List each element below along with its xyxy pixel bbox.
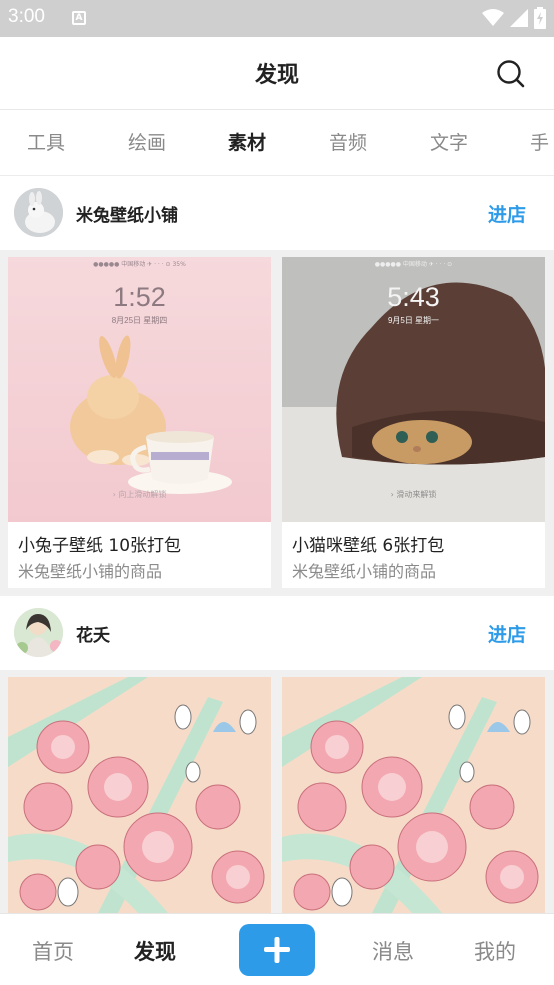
shop-header[interactable]: 花夭 进店 bbox=[0, 596, 554, 670]
lock-screen: 5:43 9月5日 星期一 bbox=[282, 282, 545, 326]
product-image bbox=[282, 677, 545, 913]
nav-home[interactable]: 首页 bbox=[32, 936, 74, 966]
top-app-bar: 发现 bbox=[0, 37, 554, 110]
phone-status: ●●●●● 中国移动 ✈ · · · ⊙ bbox=[374, 261, 453, 268]
battery-icon bbox=[534, 7, 546, 29]
tab-audio[interactable]: 音频 bbox=[329, 128, 367, 155]
status-time: 3:00 bbox=[8, 6, 45, 27]
search-icon[interactable] bbox=[496, 59, 526, 89]
signal-icon bbox=[510, 9, 528, 27]
phone-status: ●●●●● 中国移动 ✈ · · · ⊙ 35% bbox=[93, 261, 186, 268]
product-subtitle: 米兔壁纸小铺的商品 bbox=[292, 562, 437, 581]
tab-text[interactable]: 文字 bbox=[430, 128, 468, 155]
create-button[interactable] bbox=[239, 924, 315, 976]
shop-name: 米兔壁纸小铺 bbox=[76, 206, 178, 226]
product-title: 小猫咪壁纸 6张打包 bbox=[292, 536, 445, 556]
product-card[interactable]: ●●●●● 中国移动 ✈ · · · ⊙ 5:43 9月5日 星期一 › 滑动来… bbox=[282, 257, 545, 588]
tab-materials[interactable]: 素材 bbox=[228, 128, 266, 155]
product-card[interactable] bbox=[8, 677, 271, 913]
enter-shop-button[interactable]: 进店 bbox=[488, 200, 526, 227]
plus-icon bbox=[264, 937, 290, 963]
lock-date: 8月25日 星期四 bbox=[111, 316, 168, 325]
lock-date: 9月5日 星期一 bbox=[387, 316, 440, 325]
tab-tools[interactable]: 工具 bbox=[27, 128, 65, 155]
product-image: ●●●●● 中国移动 ✈ · · · ⊙ 5:43 9月5日 星期一 › 滑动来… bbox=[282, 257, 545, 522]
wifi-icon bbox=[482, 9, 504, 26]
product-title: 小兔子壁纸 10张打包 bbox=[18, 536, 182, 556]
product-card[interactable]: ●●●●● 中国移动 ✈ · · · ⊙ 35% 1:52 8月25日 星期四 … bbox=[8, 257, 271, 588]
product-card[interactable] bbox=[282, 677, 545, 913]
nav-messages[interactable]: 消息 bbox=[372, 936, 414, 966]
status-bar: 3:00 A bbox=[0, 0, 554, 37]
lock-screen: 1:52 8月25日 星期四 bbox=[8, 282, 271, 326]
tab-more[interactable]: 手 bbox=[530, 128, 549, 155]
product-image: ●●●●● 中国移动 ✈ · · · ⊙ 35% 1:52 8月25日 星期四 … bbox=[8, 257, 271, 522]
unlock-hint: › 向上滑动解锁 bbox=[112, 490, 167, 499]
system-icons bbox=[482, 7, 546, 29]
shop-name: 花夭 bbox=[76, 626, 110, 646]
tab-drawing[interactable]: 绘画 bbox=[128, 128, 166, 155]
product-image bbox=[8, 677, 271, 913]
nav-discover[interactable]: 发现 bbox=[134, 936, 176, 966]
shop-avatar bbox=[14, 188, 63, 237]
notification-icon: A bbox=[72, 11, 86, 25]
lock-time: 5:43 bbox=[387, 282, 440, 312]
shop-header[interactable]: 米兔壁纸小铺 进店 bbox=[0, 176, 554, 250]
bottom-nav: 首页 发现 消息 我的 bbox=[0, 913, 554, 985]
unlock-hint: › 滑动来解锁 bbox=[390, 490, 437, 499]
page-title: 发现 bbox=[254, 63, 299, 88]
nav-mine[interactable]: 我的 bbox=[474, 936, 516, 966]
enter-shop-button[interactable]: 进店 bbox=[488, 620, 526, 647]
product-subtitle: 米兔壁纸小铺的商品 bbox=[18, 562, 163, 581]
shop-avatar bbox=[14, 608, 63, 657]
lock-time: 1:52 bbox=[113, 282, 166, 312]
category-tabs: 工具 绘画 素材 音频 文字 手 bbox=[0, 110, 554, 176]
